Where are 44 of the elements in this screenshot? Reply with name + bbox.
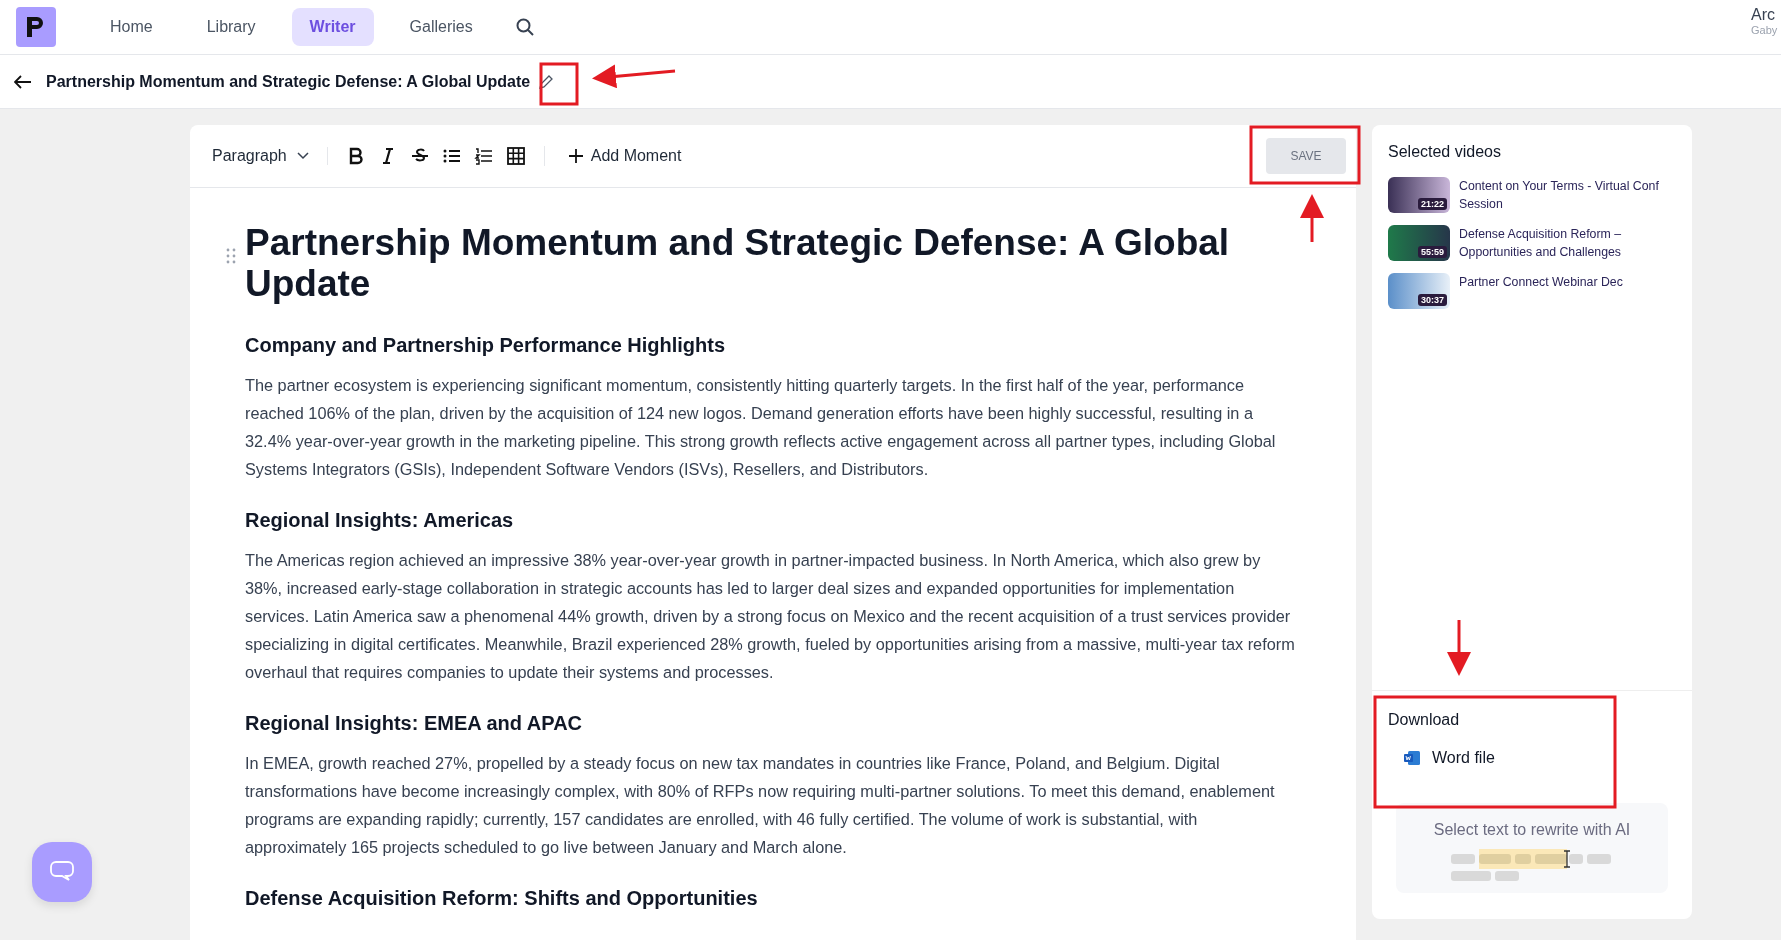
app-logo-icon[interactable] — [16, 7, 56, 47]
annotation-arrow — [1300, 194, 1324, 242]
nav-tab[interactable]: Library — [188, 8, 274, 46]
section-paragraph: The partner ecosystem is experiencing significant momentum, consistently hitting quarterly targets. In the first half of the year, performance reached 106% of the plan, driven by the acquisition of 124 new logos. Demand generation efforts have been highly successful, resulting in a 32.4% year-over-year growth in the marketing pipeline. This strong growth reflects active engagement across all partner types, including Global Systems Integrators (GSIs), Independent Software Vendors (ISVs), Resellers, and Distributors. — [245, 375, 1277, 480]
video-duration: 55:59 — [1417, 246, 1447, 258]
section-paragraph: The Americas region achieved an impressive 38% year-over-year growth in partner-impacted business. In North America, which also grew by 38%, increased early-stage collaboration in strategic accounts has led to larger deal sizes and expanded opportunities for implementation services. Latin America saw a phenomenal 44% growth, driven by a strong focus on Mexico and the recent acquisition of a trust services provider specializing in digital certificates. Meanwhile, Brazil experienced 28% growth, fueled by opportunities arising from a massive, multi-year tax reform overhaul that requires companies to update their systems and processes. — [245, 550, 1295, 683]
block-style-dropdown[interactable]: Paragraph — [212, 147, 328, 165]
numbered-list-icon[interactable] — [473, 146, 494, 166]
nav-tab[interactable]: Home — [92, 8, 171, 46]
document-title: Partnership Momentum and Strategic Defense: A Global Update — [46, 72, 531, 91]
file-icon — [1404, 751, 1420, 765]
table-icon[interactable] — [505, 146, 526, 166]
download-title: Download — [1388, 711, 1461, 729]
panel-title: Selected videos — [1388, 143, 1502, 161]
word-file-link[interactable]: Word file — [1404, 749, 1495, 767]
video-title[interactable]: Defense Acquisition Reform – Opportunities and Challenges — [1459, 225, 1676, 261]
user-name: Arc — [1751, 6, 1776, 24]
nav-tab[interactable]: Galleries — [391, 8, 491, 46]
nav-tab[interactable]: Writer — [291, 8, 374, 46]
plus-icon — [568, 149, 583, 163]
drag-handle-icon[interactable] — [226, 248, 236, 264]
video-thumbnail[interactable]: 21:22 — [1388, 177, 1450, 213]
section-heading: Regional Insights: EMEA and APAC — [245, 712, 584, 735]
video-duration: 21:22 — [1417, 198, 1447, 210]
section-heading: Company and Partnership Performance Highlights — [245, 334, 727, 357]
user-subtitle: Gaby — [1751, 24, 1779, 36]
section-heading: Regional Insights: Americas — [245, 509, 515, 532]
video-title[interactable]: Content on Your Terms - Virtual Conf Session — [1459, 177, 1676, 213]
annotation-box — [539, 62, 579, 106]
section-heading: Defense Acquisition Reform: Shifts and Opportunities — [245, 887, 759, 910]
pencil-icon[interactable] — [538, 73, 555, 90]
document-heading: Partnership Momentum and Strategic Defense: A Global Update — [245, 222, 1231, 304]
annotation-arrow — [1447, 620, 1471, 676]
video-thumbnail[interactable]: 30:37 — [1388, 273, 1450, 309]
ai-hint-text: Select text to rewrite with AI — [1433, 821, 1631, 839]
video-thumbnail[interactable]: 55:59 — [1388, 225, 1450, 261]
chat-bubble-icon — [49, 860, 75, 884]
back-arrow-icon[interactable] — [14, 74, 32, 89]
chevron-down-icon — [296, 152, 309, 160]
video-title[interactable]: Partner Connect Webinar Dec — [1459, 273, 1623, 291]
video-duration: 30:37 — [1417, 294, 1447, 306]
add-moment-button[interactable]: Add Moment — [562, 146, 688, 166]
search-icon[interactable] — [514, 17, 535, 37]
section-paragraph: In EMEA, growth reached 27%, propelled by a steady focus on new tax mandates in countries like France, Poland, and Belgium. Digital transformations have become increasingly complex, with 80% of RFPs now requiring multi-partner solutions. To meet this demand, enablement programs are expanding rapidly; currently, 157 candidates are enrolled, with 46 fully certified. The volume of work is substantial, with approximately 165 projects scheduled to go live between January and March alone. — [245, 753, 1276, 858]
